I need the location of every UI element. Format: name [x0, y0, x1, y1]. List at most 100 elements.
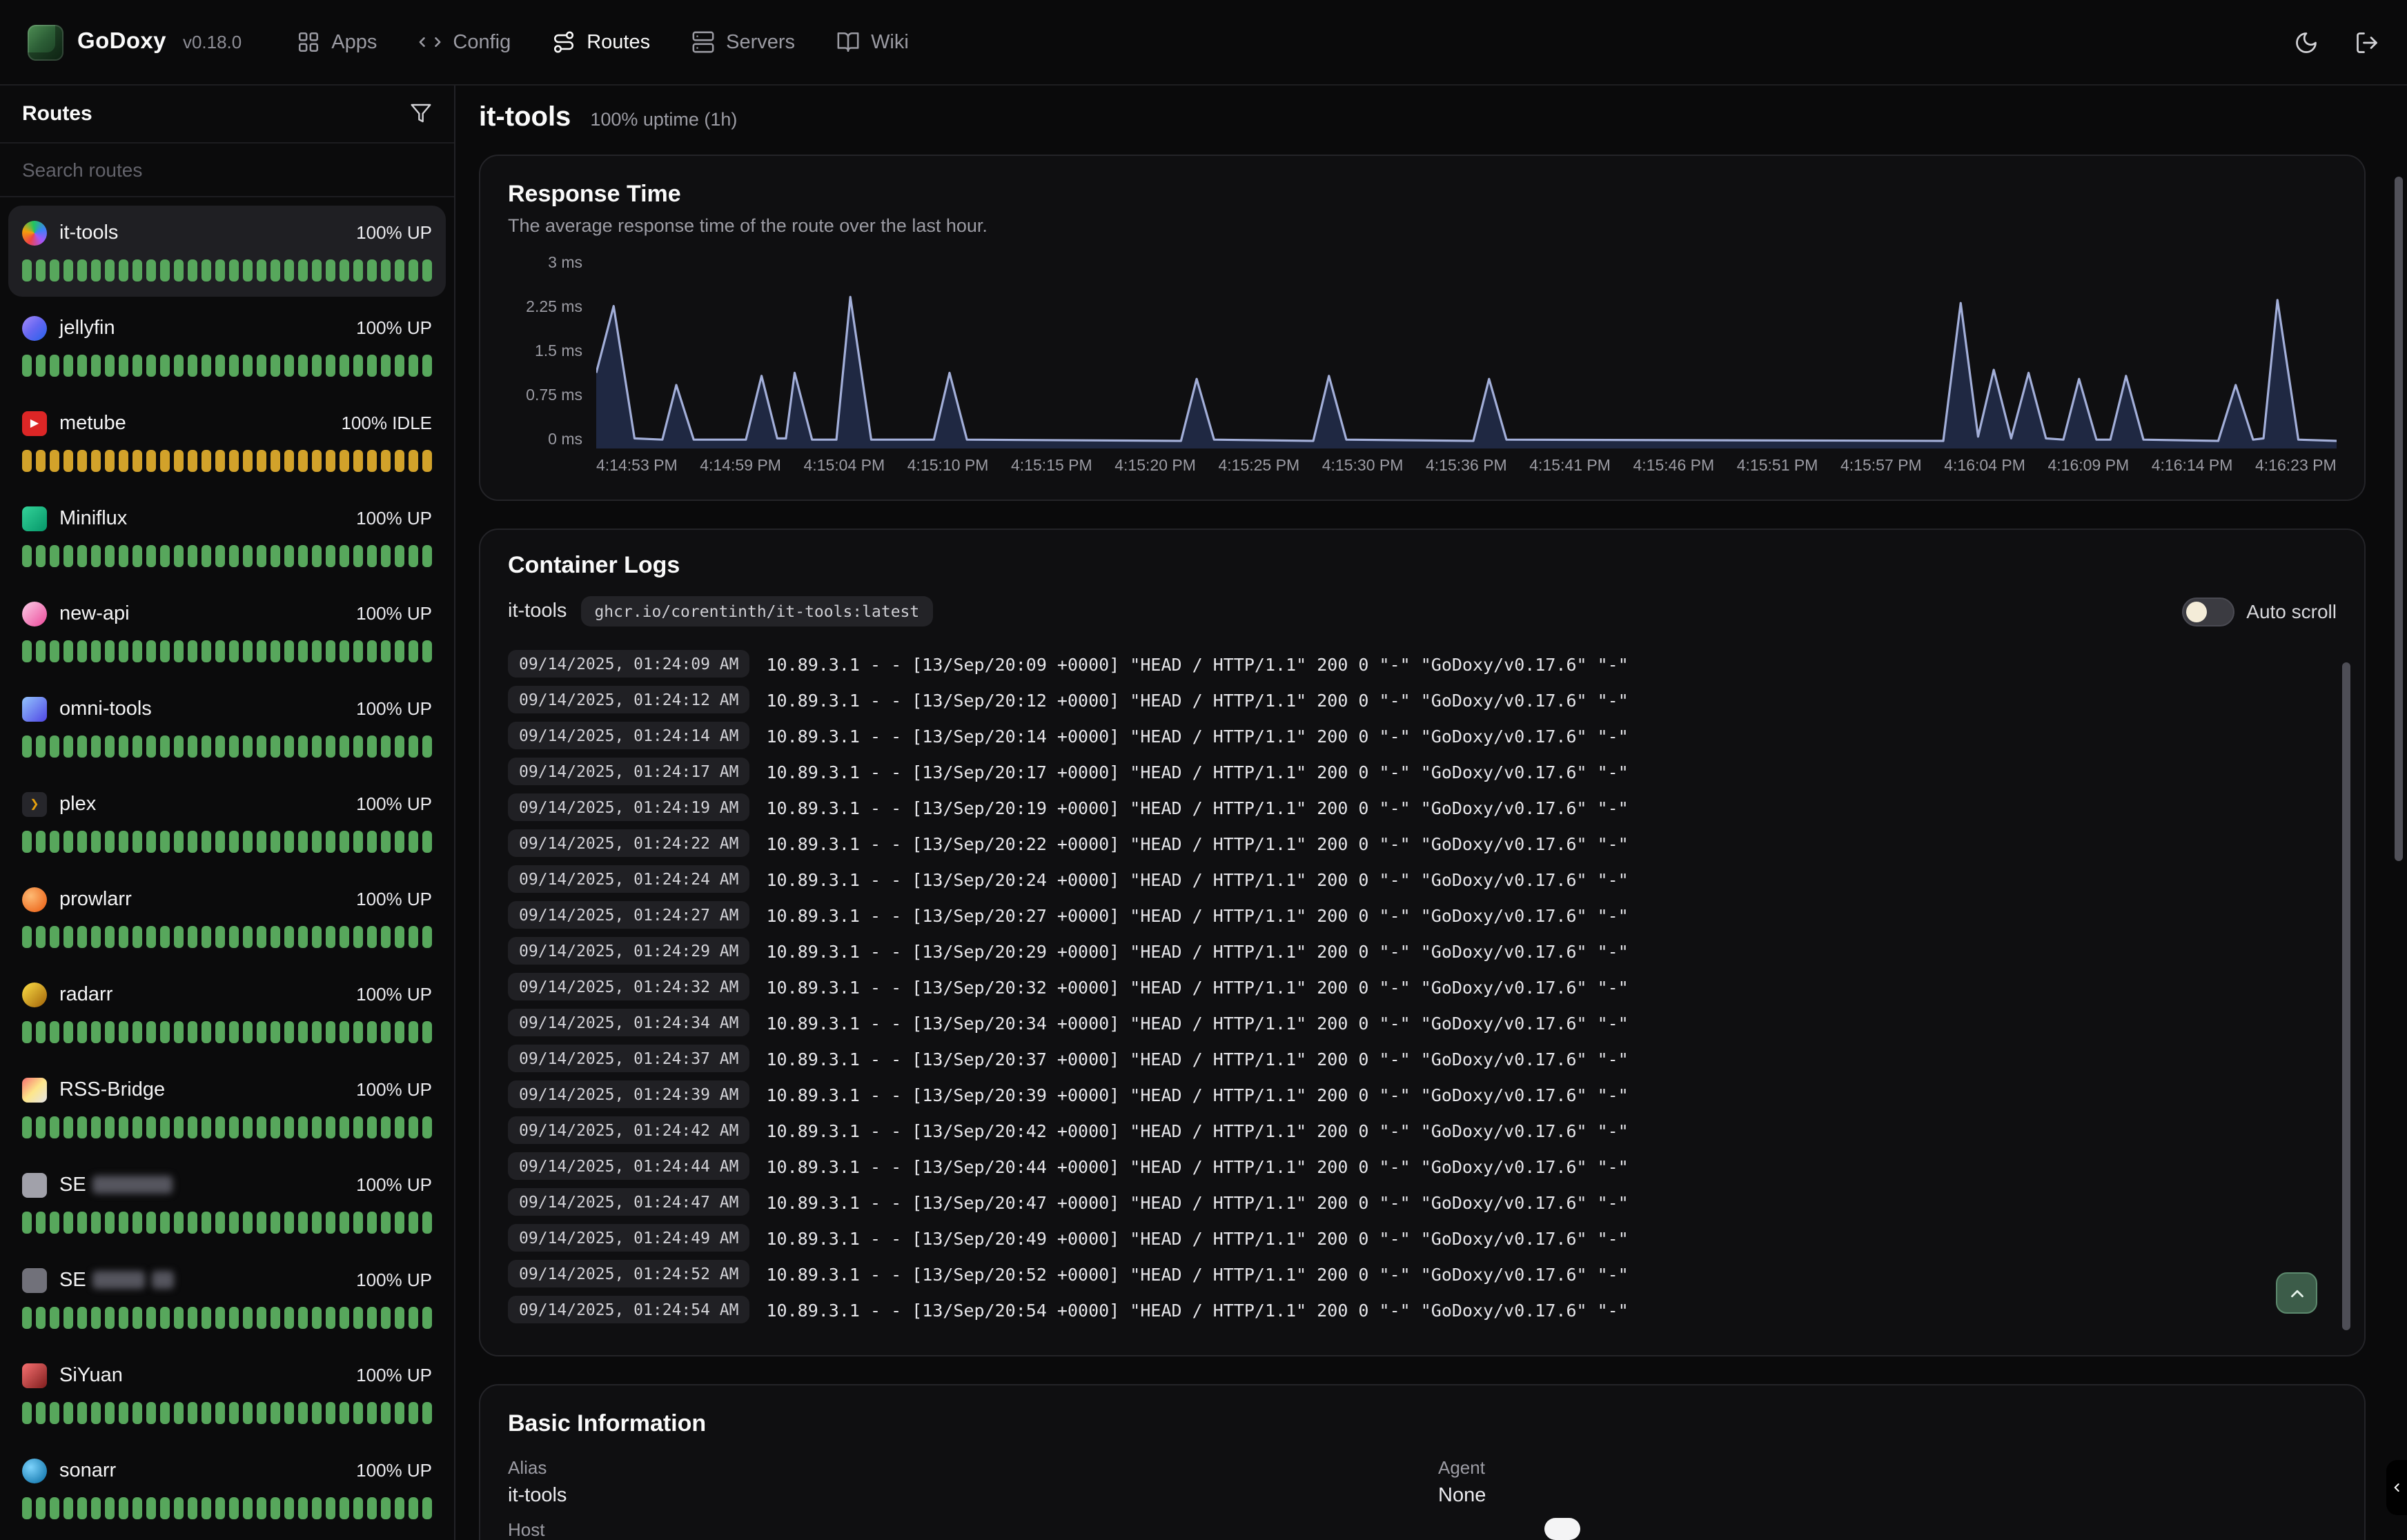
route-item[interactable]: SE100% UP: [8, 1253, 446, 1344]
log-row: 09/14/2025, 01:24:52 AM10.89.3.1 - - [13…: [508, 1256, 2312, 1292]
servers-icon: [691, 30, 715, 54]
route-list: it-tools100% UPjellyfin100% UP▶metube100…: [0, 197, 454, 1540]
log-timestamp: 09/14/2025, 01:24:39 AM: [508, 1080, 750, 1108]
x-tick-label: 4:16:23 PM: [2255, 458, 2337, 475]
nav-item-apps[interactable]: Apps: [297, 30, 377, 54]
route-item[interactable]: ❯plex100% UP: [8, 777, 446, 868]
nav-item-wiki[interactable]: Wiki: [836, 30, 909, 54]
nav-item-config[interactable]: Config: [418, 30, 511, 54]
moon-icon: [2294, 30, 2319, 55]
log-message: 10.89.3.1 - - [13/Sep/20:19 +0000] "HEAD…: [767, 797, 1629, 818]
route-name: SE: [59, 1270, 175, 1292]
log-timestamp: 09/14/2025, 01:24:37 AM: [508, 1045, 750, 1072]
log-message: 10.89.3.1 - - [13/Sep/20:14 +0000] "HEAD…: [767, 725, 1629, 746]
y-tick-label: 2.25 ms: [526, 299, 582, 316]
logout-button[interactable]: [2355, 30, 2379, 55]
nav-item-label: Wiki: [871, 31, 909, 53]
agent-field: Agent None: [1438, 1457, 2337, 1508]
route-item[interactable]: SiYuan100% UP: [8, 1348, 446, 1439]
log-message: 10.89.3.1 - - [13/Sep/20:09 +0000] "HEAD…: [767, 653, 1629, 674]
autoscroll-control: Auto scroll: [2181, 597, 2337, 626]
route-status: 100% IDLE: [341, 413, 432, 434]
log-timestamp: 09/14/2025, 01:24:29 AM: [508, 937, 750, 965]
log-row: 09/14/2025, 01:24:14 AM 10.89.3.1 - - [13…: [508, 718, 2312, 753]
brand[interactable]: GoDoxy v0.18.0: [28, 24, 242, 60]
y-tick-label: 1.5 ms: [535, 344, 582, 360]
route-status: 100% UP: [356, 794, 432, 815]
response-time-card: Response Time The average response time …: [479, 155, 2366, 501]
x-tick-label: 4:15:20 PM: [1114, 458, 1196, 475]
log-timestamp: 09/14/2025, 01:24:47 AM: [508, 1188, 750, 1216]
nav-item-servers[interactable]: Servers: [691, 30, 795, 54]
log-message: 10.89.3.1 - - [13/Sep/20:39 +0000] "HEAD…: [767, 1084, 1629, 1105]
route-item[interactable]: new-api100% UP: [8, 586, 446, 678]
main-content: it-tools 100% uptime (1h) Response Time …: [455, 86, 2407, 1540]
x-tick-label: 4:16:14 PM: [2152, 458, 2233, 475]
container-logs-card: Container Logs it-tools ghcr.io/corentin…: [479, 529, 2366, 1356]
alias-label: Alias: [508, 1457, 1438, 1479]
route-item[interactable]: omni-tools100% UP: [8, 682, 446, 773]
route-item[interactable]: prowlarr100% UP: [8, 872, 446, 963]
uptime-bars: [22, 1307, 432, 1329]
container-image-badge: ghcr.io/corentinth/it-tools:latest: [580, 596, 933, 626]
log-row: 09/14/2025, 01:24:42 AM10.89.3.1 - - [13…: [508, 1112, 2312, 1148]
route-item[interactable]: SE100% UP: [8, 1158, 446, 1249]
route-name: omni-tools: [59, 698, 152, 720]
autoscroll-toggle[interactable]: [2181, 597, 2234, 626]
x-tick-label: 4:15:46 PM: [1633, 458, 1715, 475]
nav-item-label: Servers: [726, 31, 795, 53]
nav-item-routes[interactable]: Routes: [552, 30, 650, 54]
omni-tools-icon: [22, 697, 47, 722]
y-tick-label: 0.75 ms: [526, 388, 582, 404]
miniflux-icon: [22, 506, 47, 531]
log-message: 10.89.3.1 - - [13/Sep/20:27 +0000] "HEAD…: [767, 905, 1629, 925]
uptime-bars: [22, 259, 432, 282]
route-item[interactable]: jellyfin100% UP: [8, 301, 446, 392]
route-item[interactable]: sonarr100% UP: [8, 1443, 446, 1534]
log-timestamp: 09/14/2025, 01:24:49 AM: [508, 1224, 750, 1252]
log-message: 10.89.3.1 - - [13/Sep/20:34 +0000] "HEAD…: [767, 1012, 1629, 1033]
route-item[interactable]: it-tools100% UP: [8, 206, 446, 297]
chart-x-axis: 4:14:53 PM4:14:59 PM4:15:04 PM4:15:10 PM…: [596, 458, 2337, 475]
log-timestamp: 09/14/2025, 01:24:22 AM: [508, 829, 750, 857]
floating-pill[interactable]: [1544, 1518, 1580, 1540]
log-message: 10.89.3.1 - - [13/Sep/20:29 +0000] "HEAD…: [767, 940, 1629, 961]
route-status: 100% UP: [356, 889, 432, 910]
route-status: 100% UP: [356, 1175, 432, 1196]
log-timestamp: 09/14/2025, 01:24:32 AM: [508, 973, 750, 1000]
filter-routes-button[interactable]: [410, 103, 432, 125]
log-message: 10.89.3.1 - - [13/Sep/20:37 +0000] "HEAD…: [767, 1048, 1629, 1069]
it-tools-icon: [22, 221, 47, 246]
log-row: 09/14/2025, 01:24:54 AM10.89.3.1 - - [13…: [508, 1292, 2312, 1327]
route-status: 100% UP: [356, 509, 432, 529]
search-routes-input[interactable]: [0, 144, 454, 196]
log-message: 10.89.3.1 - - [13/Sep/20:12 +0000] "HEAD…: [767, 689, 1629, 710]
page-scrollbar[interactable]: [2395, 177, 2403, 861]
log-message: 10.89.3.1 - - [13/Sep/20:44 +0000] "HEAD…: [767, 1156, 1629, 1176]
route-name: radarr: [59, 984, 112, 1006]
route-item[interactable]: Miniflux100% UP: [8, 491, 446, 582]
route-status: 100% UP: [356, 1080, 432, 1100]
x-tick-label: 4:15:25 PM: [1219, 458, 1300, 475]
x-tick-label: 4:14:59 PM: [700, 458, 781, 475]
theme-toggle-button[interactable]: [2294, 30, 2319, 55]
sonarr-icon: [22, 1459, 47, 1483]
log-timestamp: 09/14/2025, 01:24:14 AM: [508, 722, 750, 749]
x-tick-label: 4:15:15 PM: [1011, 458, 1092, 475]
route-item[interactable]: radarr100% UP: [8, 967, 446, 1058]
config-code-icon: [418, 30, 442, 54]
log-timestamp: 09/14/2025, 01:24:44 AM: [508, 1152, 750, 1180]
log-row: 09/14/2025, 01:24:37 AM 10.89.3.1 - - [13…: [508, 1040, 2312, 1076]
route-item[interactable]: ▶metube100% IDLE: [8, 396, 446, 487]
radarr-icon: [22, 983, 47, 1007]
log-timestamp: 09/14/2025, 01:24:52 AM: [508, 1260, 750, 1287]
collapse-panel-tab[interactable]: [2386, 1460, 2407, 1515]
logs-scrollbar[interactable]: [2342, 662, 2350, 1330]
log-list: 09/14/2025, 01:24:09 AM10.89.3.1 - - [13…: [508, 646, 2337, 1327]
route-item[interactable]: RSS-Bridge100% UP: [8, 1063, 446, 1154]
scroll-logs-button[interactable]: [2276, 1272, 2317, 1314]
x-tick-label: 4:15:04 PM: [804, 458, 885, 475]
chart-y-axis: 3 ms2.25 ms1.5 ms0.75 ms0 ms: [508, 255, 596, 448]
route-status: 100% UP: [356, 1461, 432, 1481]
route-status: 100% UP: [356, 223, 432, 244]
